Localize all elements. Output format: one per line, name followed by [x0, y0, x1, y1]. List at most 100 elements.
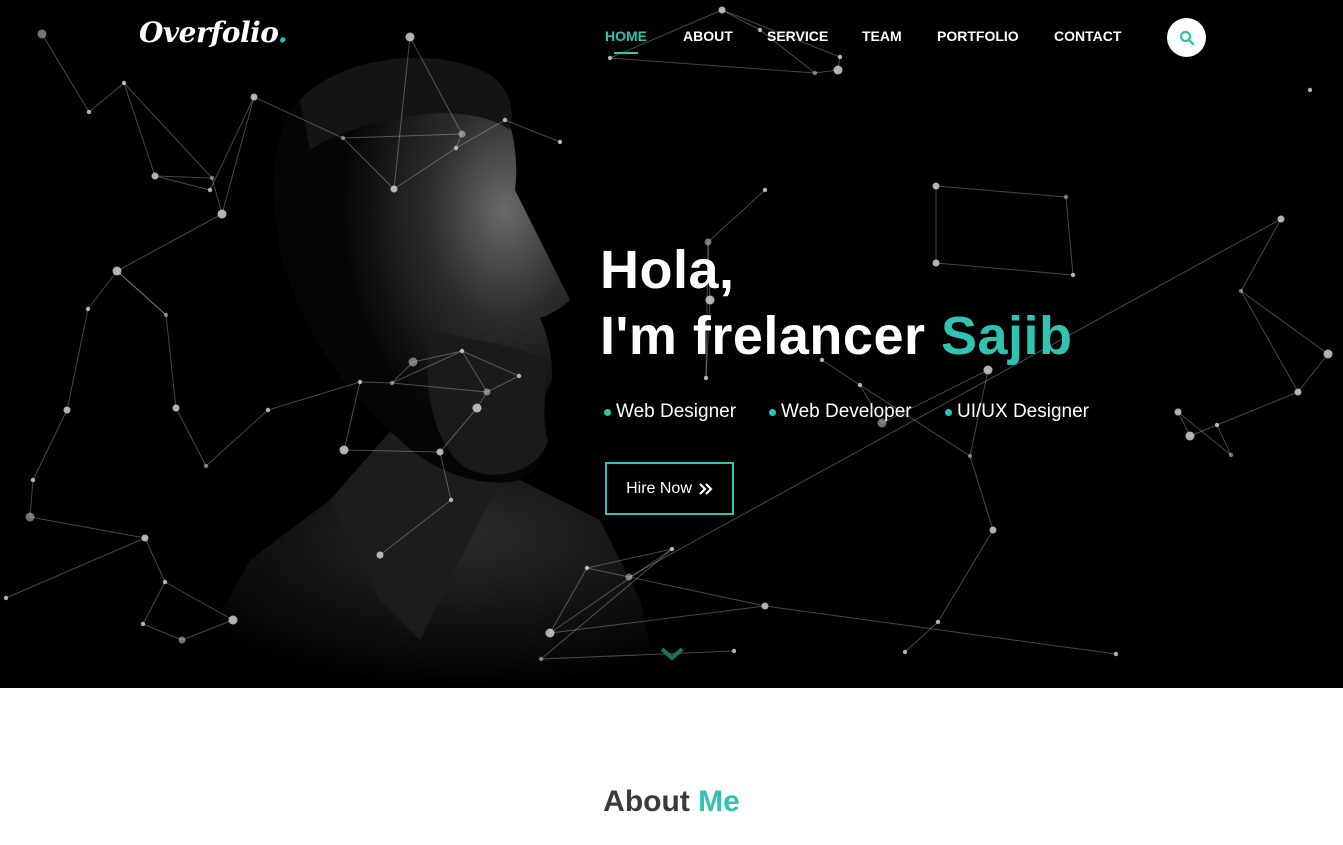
network-node: [1228, 452, 1234, 458]
logo-text: Overfolio: [139, 16, 278, 49]
chevron-down-icon[interactable]: [659, 645, 685, 663]
network-line: [342, 137, 395, 190]
network-node: [812, 70, 818, 76]
network-node: [209, 175, 215, 181]
network-node: [389, 380, 395, 386]
nav-item-contact[interactable]: CONTACT: [1054, 28, 1121, 44]
network-line: [393, 36, 411, 190]
network-node: [1323, 349, 1333, 359]
network-node: [121, 80, 127, 86]
network-node: [625, 573, 633, 581]
network-line: [1297, 353, 1329, 393]
network-node: [85, 306, 91, 312]
network-node: [989, 526, 997, 534]
nav-item-service[interactable]: SERVICE: [767, 28, 828, 44]
network-node: [250, 93, 258, 101]
network-node: [538, 656, 544, 662]
about-title-accent: Me: [698, 785, 740, 818]
network-line: [41, 33, 90, 113]
network-node: [453, 145, 459, 151]
network-node: [1070, 272, 1076, 278]
network-node: [357, 379, 363, 385]
nav-item-about[interactable]: ABOUT: [683, 28, 733, 44]
network-line: [379, 499, 452, 556]
network-line: [937, 529, 994, 623]
network-node: [1238, 288, 1244, 294]
network-node: [459, 348, 465, 354]
network-node: [761, 602, 769, 610]
network-node: [1063, 194, 1069, 200]
nav-item-team[interactable]: TEAM: [862, 28, 902, 44]
network-node: [408, 357, 418, 367]
network-node: [902, 649, 908, 655]
network-line: [253, 96, 344, 139]
network-line: [1240, 290, 1299, 393]
network-line: [721, 9, 761, 31]
network-line: [393, 147, 457, 190]
network-line: [116, 213, 223, 272]
network-line: [935, 185, 1067, 198]
network-line: [461, 350, 520, 377]
hero-intro: I'm frelancer: [600, 306, 941, 366]
network-node: [30, 477, 36, 483]
network-node: [703, 375, 709, 381]
network-node: [669, 546, 675, 552]
network-line: [175, 407, 207, 467]
network-node: [141, 534, 149, 542]
network-node: [25, 512, 35, 522]
network-node: [178, 636, 186, 644]
network-node: [983, 365, 993, 375]
network-node: [502, 117, 508, 123]
network-node: [731, 648, 737, 654]
network-node: [228, 615, 238, 625]
network-node: [163, 312, 169, 318]
network-node: [390, 185, 398, 193]
network-node: [112, 266, 122, 276]
network-line: [504, 119, 561, 143]
network-node: [833, 65, 843, 75]
network-node: [3, 595, 9, 601]
network-node: [405, 32, 415, 42]
network-line: [391, 382, 488, 393]
network-line: [181, 619, 234, 641]
network-line: [609, 57, 816, 74]
search-button[interactable]: [1167, 18, 1206, 57]
network-node: [545, 628, 555, 638]
hire-now-button[interactable]: Hire Now: [605, 462, 734, 515]
network-line: [935, 262, 1074, 276]
bullet-dot-icon: [769, 408, 776, 416]
nav-item-portfolio[interactable]: PORTFOLIO: [937, 28, 1019, 44]
network-node: [63, 406, 71, 414]
network-line: [549, 605, 766, 634]
network-line: [1216, 424, 1232, 456]
hero-section: Overfolio. HOME ABOUT SERVICE TEAM PORTF…: [0, 0, 1343, 688]
network-node: [448, 497, 454, 503]
network-line: [969, 455, 994, 531]
network-line: [764, 605, 1117, 655]
network-node: [757, 27, 763, 33]
search-icon: [1179, 30, 1194, 45]
network-line: [343, 449, 441, 453]
role-item: Web Developer: [769, 401, 912, 423]
network-node: [1294, 388, 1302, 396]
network-node: [162, 579, 168, 585]
network-node: [151, 172, 159, 180]
network-node: [376, 551, 384, 559]
network-node: [557, 139, 563, 145]
network-line: [540, 650, 735, 660]
site-logo[interactable]: Overfolio.: [139, 16, 288, 49]
role-label: UI/UX Designer: [957, 401, 1089, 422]
network-node: [762, 187, 768, 193]
role-label: Web Developer: [781, 401, 912, 422]
about-section-title: About Me: [0, 785, 1343, 819]
network-node: [458, 130, 466, 138]
network-node: [932, 259, 940, 267]
network-line: [359, 381, 393, 384]
network-node: [1307, 87, 1313, 93]
network-node: [172, 404, 180, 412]
nav-item-home[interactable]: HOME: [605, 28, 647, 44]
network-node: [1214, 422, 1220, 428]
network-line: [142, 581, 166, 625]
network-node: [1174, 408, 1182, 416]
network-node: [203, 463, 209, 469]
